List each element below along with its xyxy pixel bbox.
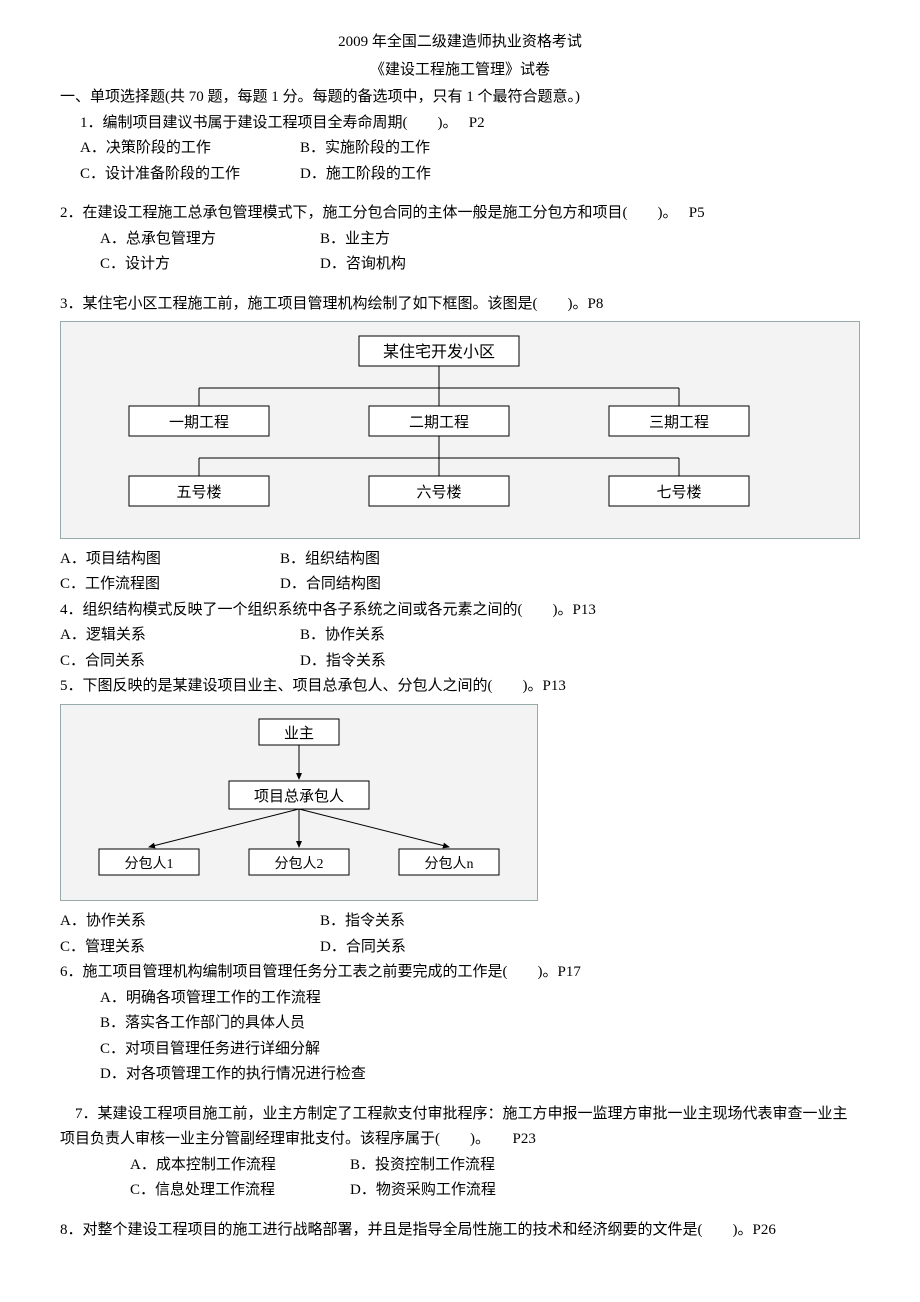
q7-opt-d: D．物资采购工作流程: [350, 1178, 610, 1204]
q6-opt-b: B．落实各工作部门的具体人员: [60, 1011, 860, 1037]
q6-opt-d: D．对各项管理工作的执行情况进行检查: [60, 1062, 860, 1088]
q3-opt-b: B．组织结构图: [280, 547, 540, 573]
q3-diagram: 某住宅开发小区 一期工程 二期工程 三期工程 五号楼 六号楼 七号楼: [60, 321, 860, 539]
q4-opt-c: C．合同关系: [60, 649, 300, 675]
q1-opt-c: C．设计准备阶段的工作: [80, 162, 300, 188]
q5-opt-a: A．协作关系: [60, 909, 320, 935]
q3-stem: 3．某住宅小区工程施工前，施工项目管理机构绘制了如下框图。该图是( )。P8: [60, 292, 860, 318]
q5-dia-top: 业主: [284, 725, 314, 742]
q6-opt-c: C．对项目管理任务进行详细分解: [60, 1037, 860, 1063]
q5-opt-d: D．合同关系: [320, 935, 580, 961]
q4-stem: 4．组织结构模式反映了一个组织系统中各子系统之间或各元素之间的( )。P13: [60, 598, 860, 624]
q5-diagram: 业主 项目总承包人 分包人1 分包人2 分包人n: [60, 704, 538, 902]
q5-dia-bot0: 分包人1: [125, 856, 174, 872]
exam-title-2: 《建设工程施工管理》试卷: [60, 58, 860, 84]
q5-dia-bot2: 分包人n: [425, 856, 474, 872]
q1-opt-b: B．实施阶段的工作: [300, 136, 560, 162]
q3-opt-c: C．工作流程图: [60, 572, 280, 598]
q3-opt-d: D．合同结构图: [280, 572, 540, 598]
q3-dia-mid1: 二期工程: [409, 414, 469, 431]
q5-dia-mid: 项目总承包人: [254, 788, 344, 805]
q3-opt-a: A．项目结构图: [60, 547, 280, 573]
q1-stem: 1．编制项目建议书属于建设工程项目全寿命周期( )。 P2: [60, 111, 860, 137]
q8-stem: 8．对整个建设工程项目的施工进行战略部署，并且是指导全局性施工的技术和经济纲要的…: [60, 1218, 860, 1244]
q2-opt-a: A．总承包管理方: [100, 227, 320, 253]
q2-stem: 2．在建设工程施工总承包管理模式下，施工分包合同的主体一般是施工分包方和项目( …: [60, 201, 860, 227]
q5-dia-bot1: 分包人2: [275, 856, 324, 872]
q4-opt-b: B．协作关系: [300, 623, 560, 649]
q5-opt-c: C．管理关系: [60, 935, 320, 961]
q5-stem: 5．下图反映的是某建设项目业主、项目总承包人、分包人之间的( )。P13: [60, 674, 860, 700]
q3-dia-mid0: 一期工程: [169, 414, 229, 431]
q3-dia-bot1: 六号楼: [416, 484, 461, 501]
q3-dia-top: 某住宅开发小区: [383, 343, 495, 361]
section-heading: 一、单项选择题(共 70 题，每题 1 分。每题的备选项中，只有 1 个最符合题…: [60, 85, 860, 111]
q1-opt-a: A．决策阶段的工作: [80, 136, 300, 162]
q6-stem: 6．施工项目管理机构编制项目管理任务分工表之前要完成的工作是( )。P17: [60, 960, 860, 986]
q7-stem: 7．某建设工程项目施工前，业主方制定了工程款支付审批程序：施工方申报一监理方审批…: [60, 1102, 860, 1153]
q3-dia-bot0: 五号楼: [176, 484, 221, 501]
q3-dia-bot2: 七号楼: [656, 484, 701, 501]
q5-opt-b: B．指令关系: [320, 909, 580, 935]
q1-opt-d: D．施工阶段的工作: [300, 162, 560, 188]
q2-opt-d: D．咨询机构: [320, 252, 580, 278]
exam-title-1: 2009 年全国二级建造师执业资格考试: [60, 30, 860, 56]
q6-opt-a: A．明确各项管理工作的工作流程: [60, 986, 860, 1012]
q4-opt-d: D．指令关系: [300, 649, 560, 675]
q3-dia-mid2: 三期工程: [649, 414, 709, 431]
q4-opt-a: A．逻辑关系: [60, 623, 300, 649]
q7-opt-c: C．信息处理工作流程: [130, 1178, 350, 1204]
q7-opt-a: A．成本控制工作流程: [130, 1153, 350, 1179]
q2-opt-b: B．业主方: [320, 227, 580, 253]
q7-opt-b: B．投资控制工作流程: [350, 1153, 610, 1179]
q2-opt-c: C．设计方: [100, 252, 320, 278]
